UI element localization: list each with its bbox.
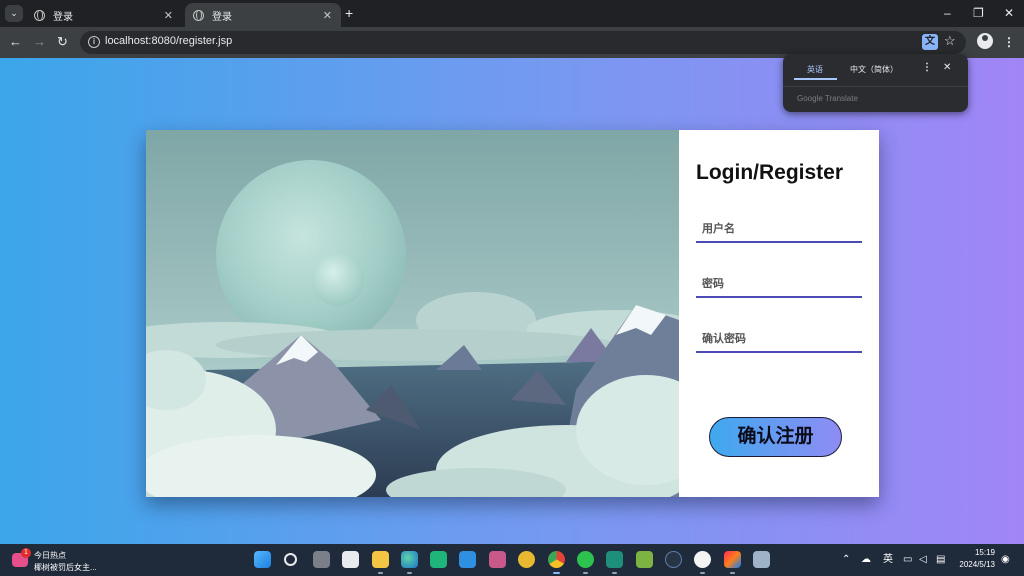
- qq-icon[interactable]: [694, 551, 711, 574]
- clock-time[interactable]: 15:19: [967, 548, 995, 557]
- app-teal-icon[interactable]: [606, 551, 623, 574]
- translate-tab-source[interactable]: 英语: [807, 64, 823, 75]
- app-yellow-icon[interactable]: [518, 551, 535, 568]
- page-title: Login/Register: [696, 161, 844, 184]
- username-input[interactable]: [696, 217, 862, 243]
- windows-start-icon[interactable]: [254, 551, 271, 568]
- tab-search-button[interactable]: ⌄: [5, 5, 23, 22]
- globe-icon: [34, 9, 45, 21]
- ime-indicator[interactable]: 英: [883, 553, 893, 567]
- back-button[interactable]: ←: [9, 33, 22, 51]
- address-bar[interactable]: i localhost:8080/register.jsp 文 ☆: [80, 31, 966, 54]
- chevron-up-icon[interactable]: ⌃: [842, 553, 850, 567]
- globe-icon: [193, 9, 204, 21]
- confirm-password-input[interactable]: [696, 327, 862, 353]
- restore-button[interactable]: ❐: [973, 4, 984, 22]
- vscode-icon[interactable]: [459, 551, 476, 568]
- minimize-button[interactable]: –: [944, 4, 951, 22]
- google-translate-brand: Google Translate: [797, 94, 858, 103]
- divider: [783, 86, 968, 87]
- volume-icon[interactable]: ◁: [919, 553, 927, 567]
- page-viewport: Login/Register 确认注册: [0, 58, 1024, 544]
- profile-icon[interactable]: [977, 33, 993, 49]
- kebab-menu-icon[interactable]: ⋮: [922, 62, 932, 73]
- tab-login-1[interactable]: 登录 ✕: [26, 3, 182, 27]
- edge-icon[interactable]: [401, 551, 418, 574]
- register-button[interactable]: 确认注册: [709, 417, 842, 457]
- close-icon[interactable]: ✕: [943, 62, 951, 73]
- mountain-landscape-image: [146, 130, 679, 497]
- translate-icon[interactable]: 文: [922, 34, 938, 50]
- news-subtitle: 椰树被罚后女主...: [34, 563, 97, 572]
- news-count-badge: 1: [21, 548, 31, 558]
- app-green-icon[interactable]: [430, 551, 447, 568]
- tab-title: 登录: [212, 11, 232, 23]
- app-remote-icon[interactable]: [753, 551, 770, 568]
- password-input[interactable]: [696, 272, 862, 298]
- illustration: [146, 130, 679, 497]
- tab-close-icon[interactable]: ✕: [164, 9, 173, 22]
- task-view-icon[interactable]: [313, 551, 330, 568]
- close-window-button[interactable]: ✕: [1004, 4, 1014, 22]
- app-dark-icon[interactable]: [665, 551, 682, 568]
- translate-popup: 英语 中文（简体） ⋮ ✕ Google Translate: [783, 54, 968, 112]
- address-url[interactable]: localhost:8080/register.jsp: [105, 35, 232, 47]
- info-icon[interactable]: i: [88, 36, 100, 48]
- tab-close-icon[interactable]: ✕: [323, 9, 332, 22]
- battery-icon[interactable]: ▤: [936, 553, 945, 567]
- star-icon[interactable]: ☆: [944, 33, 956, 49]
- intellij-icon[interactable]: [724, 551, 741, 574]
- forward-button[interactable]: →: [33, 33, 46, 51]
- wechat-icon[interactable]: [577, 551, 594, 574]
- weather-icon[interactable]: ☁: [861, 553, 871, 567]
- chevron-down-icon: ⌄: [10, 8, 18, 18]
- taskbar: 1 今日热点 椰树被罚后女主... ⌃ ☁ 英 ▭ ◁ ▤ 15:19 2024…: [0, 544, 1024, 576]
- tab-title: 登录: [53, 11, 73, 23]
- app-green2-icon[interactable]: [636, 551, 653, 568]
- active-tab-indicator: [794, 78, 837, 80]
- tab-login-2[interactable]: 登录 ✕: [185, 3, 341, 27]
- file-explorer-icon[interactable]: [372, 551, 389, 574]
- reload-button[interactable]: ↻: [57, 33, 68, 51]
- notification-icon[interactable]: ◉: [1001, 553, 1010, 567]
- clock-date[interactable]: 2024/5/13: [952, 560, 995, 569]
- store-icon[interactable]: [342, 551, 359, 568]
- search-icon[interactable]: [284, 553, 297, 566]
- new-tab-button[interactable]: +: [345, 5, 353, 21]
- kebab-menu-icon[interactable]: ⋮: [1003, 33, 1015, 51]
- login-card: Login/Register 确认注册: [146, 130, 879, 497]
- news-title: 今日热点: [34, 551, 66, 560]
- app-pink-icon[interactable]: [489, 551, 506, 568]
- news-widget[interactable]: 1 今日热点 椰树被罚后女主...: [12, 548, 122, 574]
- register-form: Login/Register 确认注册: [679, 130, 879, 497]
- tab-strip: ⌄ 登录 ✕ 登录 ✕ + – ❐ ✕: [0, 0, 1024, 27]
- translate-tab-target[interactable]: 中文（简体）: [850, 64, 898, 75]
- chrome-icon[interactable]: [548, 551, 565, 574]
- network-icon[interactable]: ▭: [903, 553, 912, 567]
